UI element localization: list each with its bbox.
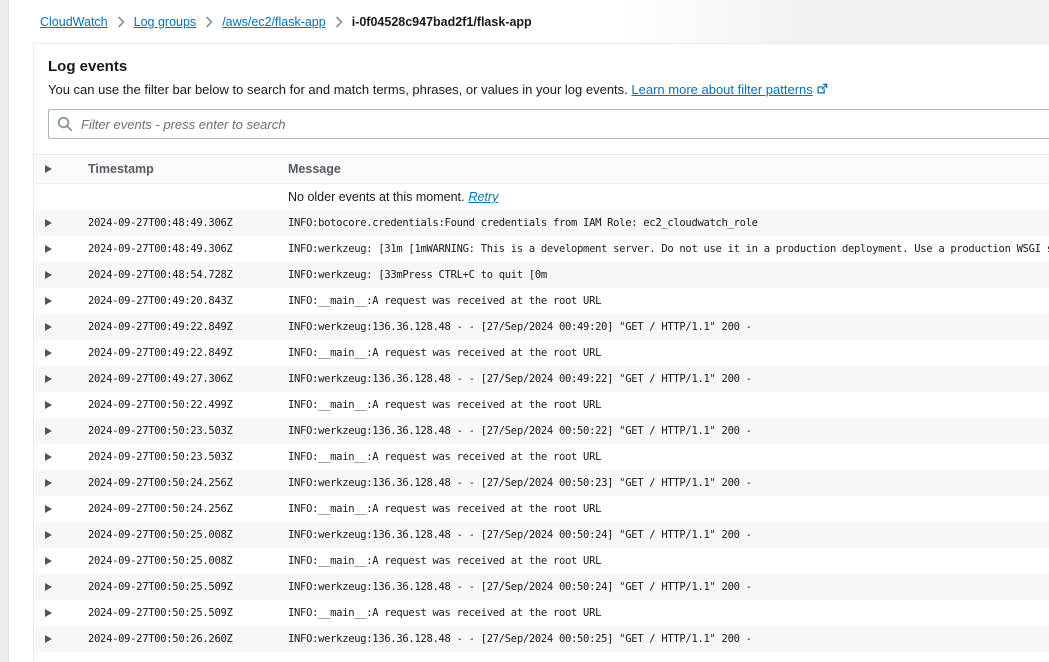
log-timestamp: 2024-09-27T00:48:54.728Z — [73, 269, 275, 281]
search-icon — [57, 116, 73, 137]
panel-description: You can use the filter bar below to sear… — [48, 82, 1049, 99]
expand-row-icon[interactable] — [45, 375, 52, 383]
no-older-events-row: No older events at this moment.Retry — [34, 184, 1049, 210]
table-header-row: Timestamp Message — [34, 154, 1049, 184]
expand-row-icon[interactable] — [45, 323, 52, 331]
log-row[interactable]: 2024-09-27T00:50:24.256Z INFO:werkzeug:1… — [34, 470, 1049, 496]
expand-row-icon[interactable] — [45, 427, 52, 435]
breadcrumb: CloudWatch Log groups /aws/ec2/flask-app… — [40, 12, 532, 32]
log-message: INFO:werkzeug:136.36.128.48 - - [27/Sep/… — [275, 633, 1049, 645]
log-timestamp: 2024-09-27T00:50:24.256Z — [73, 503, 275, 515]
filter-bar — [48, 109, 1049, 139]
log-message: INFO:__main__:A request was received at … — [275, 451, 1049, 463]
expand-row-icon[interactable] — [45, 401, 52, 409]
expand-row-icon[interactable] — [45, 219, 52, 227]
log-row[interactable]: 2024-09-27T00:49:20.843Z INFO:__main__:A… — [34, 288, 1049, 314]
log-timestamp: 2024-09-27T00:49:20.843Z — [73, 295, 275, 307]
expand-row-icon[interactable] — [45, 271, 52, 279]
breadcrumb-log-groups[interactable]: Log groups — [134, 15, 197, 29]
log-events-panel: Log events You can use the filter bar be… — [33, 43, 1049, 662]
learn-more-link[interactable]: Learn more about filter patterns — [631, 82, 827, 97]
log-row[interactable]: 2024-09-27T00:48:54.728Z INFO:werkzeug: … — [34, 262, 1049, 288]
breadcrumb-log-group-name[interactable]: /aws/ec2/flask-app — [222, 15, 326, 29]
expand-row-icon[interactable] — [45, 583, 52, 591]
expand-row-icon[interactable] — [45, 635, 52, 643]
log-row[interactable]: 2024-09-27T00:50:25.509Z INFO:werkzeug:1… — [34, 574, 1049, 600]
log-timestamp: 2024-09-27T00:50:23.503Z — [73, 451, 275, 463]
panel-description-text: You can use the filter bar below to sear… — [48, 82, 628, 97]
breadcrumb-cloudwatch[interactable]: CloudWatch — [40, 15, 108, 29]
log-row[interactable]: 2024-09-27T00:50:22.499Z INFO:__main__:A… — [34, 392, 1049, 418]
chevron-right-icon — [117, 16, 125, 28]
log-message: INFO:__main__:A request was received at … — [275, 607, 1049, 619]
log-message: INFO:werkzeug:136.36.128.48 - - [27/Sep/… — [275, 321, 1049, 333]
expand-row-icon[interactable] — [45, 505, 52, 513]
breadcrumb-current-stream: i-0f04528c947bad2f1/flask-app — [352, 15, 532, 29]
log-timestamp: 2024-09-27T00:48:49.306Z — [73, 243, 275, 255]
log-message: INFO:__main__:A request was received at … — [275, 399, 1049, 411]
log-timestamp: 2024-09-27T00:50:25.008Z — [73, 529, 275, 541]
external-link-icon — [816, 83, 828, 99]
expand-row-icon[interactable] — [45, 349, 52, 357]
log-timestamp: 2024-09-27T00:50:24.256Z — [73, 477, 275, 489]
log-timestamp: 2024-09-27T00:50:25.509Z — [73, 581, 275, 593]
log-timestamp: 2024-09-27T00:48:49.306Z — [73, 217, 275, 229]
log-timestamp: 2024-09-27T00:50:25.008Z — [73, 555, 275, 567]
expand-row-icon[interactable] — [45, 479, 52, 487]
log-row[interactable]: 2024-09-27T00:50:23.503Z INFO:werkzeug:1… — [34, 418, 1049, 444]
log-message: INFO:werkzeug:136.36.128.48 - - [27/Sep/… — [275, 581, 1049, 593]
log-row[interactable]: 2024-09-27T00:50:24.256Z INFO:__main__:A… — [34, 496, 1049, 522]
log-message: INFO:werkzeug:136.36.128.48 - - [27/Sep/… — [275, 529, 1049, 541]
log-message: INFO:__main__:A request was received at … — [275, 555, 1049, 567]
log-message: INFO:werkzeug:136.36.128.48 - - [27/Sep/… — [275, 373, 1049, 385]
retry-link[interactable]: Retry — [468, 190, 498, 204]
filter-events-input[interactable] — [48, 109, 1049, 139]
expand-all-icon[interactable] — [45, 165, 52, 173]
log-row[interactable]: 2024-09-27T00:48:49.306Z INFO:werkzeug: … — [34, 236, 1049, 262]
expand-row-icon[interactable] — [45, 297, 52, 305]
log-message: INFO:werkzeug: [33mPress CTRL+C to quit … — [275, 269, 1049, 281]
chevron-right-icon — [335, 16, 343, 28]
expand-row-icon[interactable] — [45, 531, 52, 539]
message-column-header: Message — [275, 162, 1049, 176]
log-events-table: Timestamp Message No older events at thi… — [34, 154, 1049, 652]
log-row[interactable]: 2024-09-27T00:50:25.008Z INFO:__main__:A… — [34, 548, 1049, 574]
log-rows-container: 2024-09-27T00:48:49.306Z INFO:botocore.c… — [34, 210, 1049, 652]
no-older-events-message: No older events at this moment.Retry — [275, 190, 1049, 204]
chevron-right-icon — [205, 16, 213, 28]
expand-all-cell — [34, 165, 73, 173]
log-message: INFO:werkzeug: [31m [1mWARNING: This is … — [275, 243, 1049, 255]
log-timestamp: 2024-09-27T00:49:22.849Z — [73, 321, 275, 333]
log-message: INFO:werkzeug:136.36.128.48 - - [27/Sep/… — [275, 425, 1049, 437]
log-message: INFO:__main__:A request was received at … — [275, 503, 1049, 515]
log-message: INFO:werkzeug:136.36.128.48 - - [27/Sep/… — [275, 477, 1049, 489]
log-timestamp: 2024-09-27T00:50:26.260Z — [73, 633, 275, 645]
left-edge-strip — [0, 0, 9, 662]
log-message: INFO:botocore.credentials:Found credenti… — [275, 217, 1049, 229]
log-row[interactable]: 2024-09-27T00:50:25.509Z INFO:__main__:A… — [34, 600, 1049, 626]
expand-row-icon[interactable] — [45, 245, 52, 253]
log-row[interactable]: 2024-09-27T00:50:25.008Z INFO:werkzeug:1… — [34, 522, 1049, 548]
log-message: INFO:__main__:A request was received at … — [275, 295, 1049, 307]
page-title: Log events — [48, 58, 1049, 76]
log-row[interactable]: 2024-09-27T00:48:49.306Z INFO:botocore.c… — [34, 210, 1049, 236]
log-timestamp: 2024-09-27T00:50:23.503Z — [73, 425, 275, 437]
log-row[interactable]: 2024-09-27T00:50:23.503Z INFO:__main__:A… — [34, 444, 1049, 470]
log-row[interactable]: 2024-09-27T00:49:27.306Z INFO:werkzeug:1… — [34, 366, 1049, 392]
timestamp-column-header: Timestamp — [73, 162, 275, 176]
log-row[interactable]: 2024-09-27T00:49:22.849Z INFO:werkzeug:1… — [34, 314, 1049, 340]
log-timestamp: 2024-09-27T00:49:22.849Z — [73, 347, 275, 359]
log-timestamp: 2024-09-27T00:50:22.499Z — [73, 399, 275, 411]
expand-row-icon[interactable] — [45, 557, 52, 565]
log-message: INFO:__main__:A request was received at … — [275, 347, 1049, 359]
log-timestamp: 2024-09-27T00:50:25.509Z — [73, 607, 275, 619]
expand-row-icon[interactable] — [45, 609, 52, 617]
expand-row-icon[interactable] — [45, 453, 52, 461]
log-row[interactable]: 2024-09-27T00:50:26.260Z INFO:werkzeug:1… — [34, 626, 1049, 652]
log-row[interactable]: 2024-09-27T00:49:22.849Z INFO:__main__:A… — [34, 340, 1049, 366]
log-timestamp: 2024-09-27T00:49:27.306Z — [73, 373, 275, 385]
